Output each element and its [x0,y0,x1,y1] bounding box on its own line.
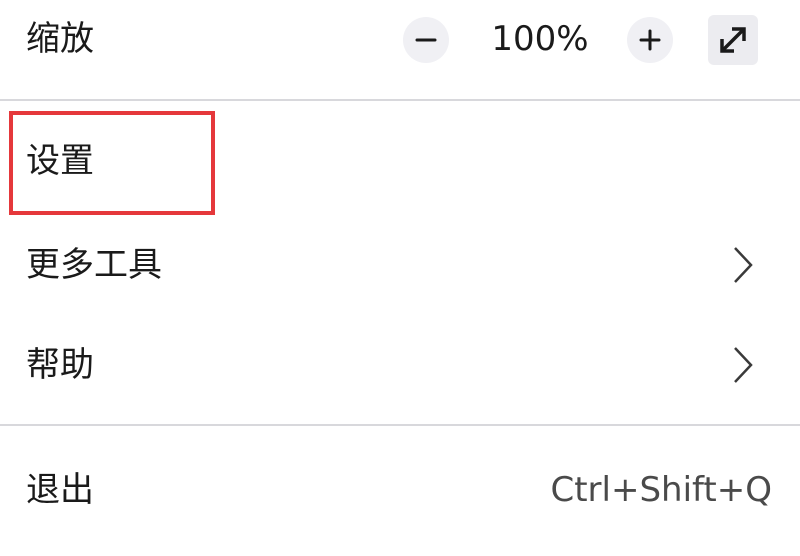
menu-item-help[interactable]: 帮助 [0,315,800,415]
zoom-in-button[interactable] [627,17,673,63]
expand-arrows-icon [720,27,746,53]
zoom-controls: 100% [400,0,780,80]
zoom-out-button[interactable] [403,17,449,63]
zoom-level: 100% [491,19,589,59]
menu-item-label: 更多工具 [26,245,162,285]
zoom-row: 缩放 100% [0,0,800,80]
menu-item-label: 退出 [26,470,94,510]
fullscreen-button[interactable] [708,15,758,65]
chevron-right-icon [734,247,753,283]
menu-item-label: 帮助 [26,345,94,385]
zoom-label: 缩放 [26,19,94,59]
minus-icon [415,38,437,42]
menu-item-more-tools[interactable]: 更多工具 [0,215,800,315]
highlight-box [9,111,215,215]
chevron-right-icon [734,347,753,383]
keyboard-shortcut: Ctrl+Shift+Q [550,470,772,510]
menu-separator [0,99,800,101]
plus-icon [639,29,661,51]
app-menu: 缩放 100% 设置 更多工具 帮助 退出 Ctrl+Shift+Q [0,0,800,556]
menu-item-quit[interactable]: 退出 Ctrl+Shift+Q [0,440,800,540]
menu-separator [0,424,800,426]
